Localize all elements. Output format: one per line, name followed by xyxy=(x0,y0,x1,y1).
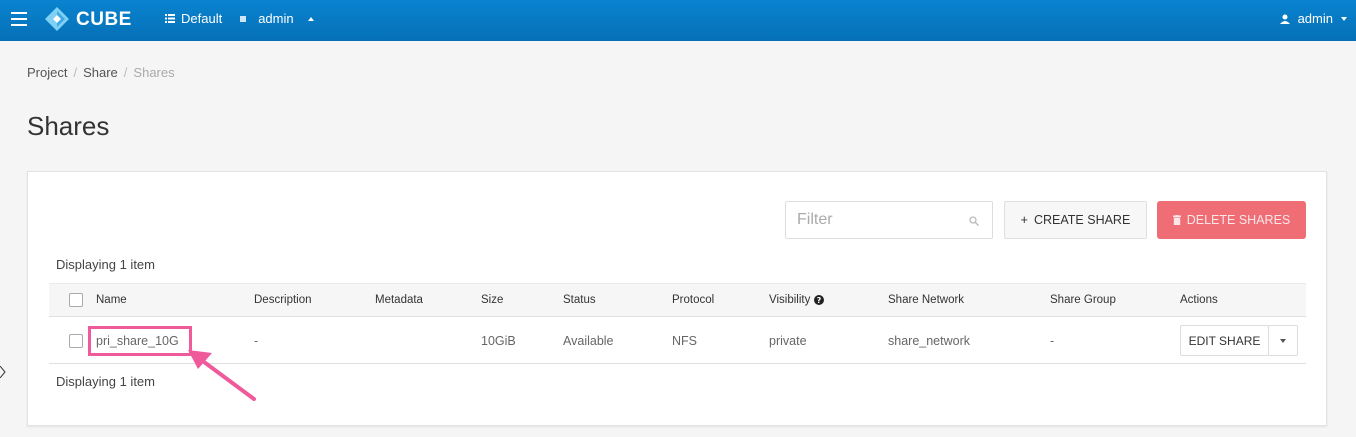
item-count-bottom: Displaying 1 item xyxy=(56,374,155,389)
table-header: Name Description Metadata Size Status Pr… xyxy=(49,283,1306,317)
breadcrumb-share[interactable]: Share xyxy=(83,65,118,80)
project-label: admin xyxy=(258,11,294,26)
column-size[interactable]: Size xyxy=(481,284,503,316)
cell-protocol: NFS xyxy=(672,333,697,348)
filter-box[interactable] xyxy=(785,201,993,239)
breadcrumb-current: Shares xyxy=(133,65,175,80)
column-metadata: Metadata xyxy=(375,294,423,306)
brand-name: CUBE xyxy=(76,9,132,30)
list-icon xyxy=(165,14,175,23)
mouse-cursor-icon xyxy=(0,366,6,378)
user-icon xyxy=(1279,14,1290,24)
cube-logo-icon xyxy=(45,7,69,31)
project-selector[interactable]: Default admin xyxy=(165,11,314,26)
shares-panel: + CREATE SHARE DELETE SHARES Displaying … xyxy=(27,171,1327,426)
cell-share-network: share_network xyxy=(888,333,970,348)
project-square-icon xyxy=(240,15,247,22)
help-icon[interactable]: ? xyxy=(814,295,825,305)
delete-shares-button[interactable]: DELETE SHARES xyxy=(1157,201,1306,239)
edit-share-button[interactable]: EDIT SHARE xyxy=(1180,325,1269,356)
column-visibility[interactable]: Visibility ? xyxy=(769,284,825,316)
highlight-box xyxy=(88,326,192,356)
cell-visibility: private xyxy=(769,333,807,348)
breadcrumb: Project / Share / Shares xyxy=(27,65,175,80)
column-name[interactable]: Name xyxy=(96,284,127,316)
page-title: Shares xyxy=(27,111,110,141)
column-share-group: Share Group xyxy=(1050,294,1116,306)
column-status[interactable]: Status xyxy=(563,284,596,316)
row-checkbox[interactable] xyxy=(69,333,83,348)
trash-icon xyxy=(1172,215,1181,225)
breadcrumb-project[interactable]: Project xyxy=(27,65,67,80)
caret-up-icon xyxy=(307,16,314,21)
pointer-arrow-icon xyxy=(188,350,256,401)
create-share-label: CREATE SHARE xyxy=(1033,213,1131,227)
user-name: admin xyxy=(1297,11,1333,26)
filter-input[interactable] xyxy=(786,202,956,238)
breadcrumb-separator: / xyxy=(123,65,128,80)
cell-status: Available xyxy=(563,333,614,348)
item-count-top: Displaying 1 item xyxy=(56,257,155,272)
column-description: Description xyxy=(254,294,312,306)
column-actions: Actions xyxy=(1180,294,1218,306)
column-visibility-label: Visibility xyxy=(769,294,811,306)
cell-share-group: - xyxy=(1050,333,1055,348)
plus-icon: + xyxy=(1020,213,1028,227)
top-navbar: CUBE Default admin admin xyxy=(0,0,1356,41)
column-share-network: Share Network xyxy=(888,294,965,306)
svg-text:?: ? xyxy=(817,296,822,305)
caret-down-icon xyxy=(1341,16,1347,21)
select-all-checkbox[interactable] xyxy=(69,293,83,307)
search-icon xyxy=(969,216,979,226)
row-actions-dropdown[interactable] xyxy=(1268,325,1298,356)
delete-shares-label: DELETE SHARES xyxy=(1186,213,1291,227)
cell-size: 10GiB xyxy=(481,333,516,348)
domain-label: Default xyxy=(181,11,223,26)
create-share-button[interactable]: + CREATE SHARE xyxy=(1004,201,1147,239)
column-protocol[interactable]: Protocol xyxy=(672,284,714,316)
breadcrumb-separator: / xyxy=(73,65,78,80)
caret-down-icon xyxy=(1280,338,1286,343)
hamburger-menu-icon[interactable] xyxy=(11,12,27,26)
user-menu[interactable]: admin xyxy=(1279,11,1347,26)
